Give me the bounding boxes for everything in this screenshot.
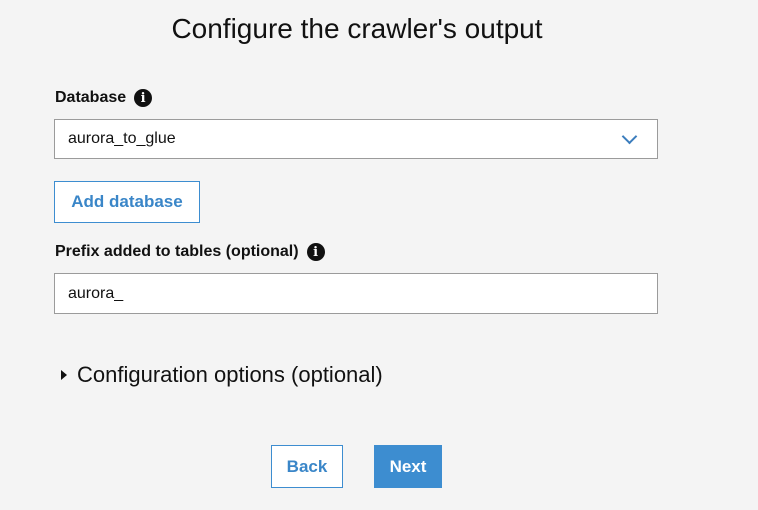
configuration-options-toggle[interactable]: Configuration options (optional) [61, 362, 383, 388]
add-database-button[interactable]: Add database [54, 181, 200, 223]
configuration-options-label: Configuration options (optional) [77, 362, 383, 387]
next-button[interactable]: Next [374, 445, 442, 488]
chevron-down-icon [621, 128, 638, 145]
database-label-row: Database i [55, 89, 153, 107]
database-select-value: aurora_to_glue [68, 130, 176, 147]
page-title: Configure the crawler's output [171, 13, 543, 44]
prefix-label-row: Prefix added to tables (optional) i [55, 243, 325, 261]
back-button[interactable]: Back [271, 445, 343, 488]
database-info-icon[interactable]: i [134, 89, 153, 107]
prefix-info-icon[interactable]: i [306, 243, 325, 261]
database-label: Database [55, 89, 127, 106]
caret-right-icon [61, 370, 67, 380]
database-select[interactable]: aurora_to_glue [54, 119, 658, 159]
prefix-input[interactable] [54, 273, 658, 314]
prefix-label: Prefix added to tables (optional) [55, 243, 299, 260]
